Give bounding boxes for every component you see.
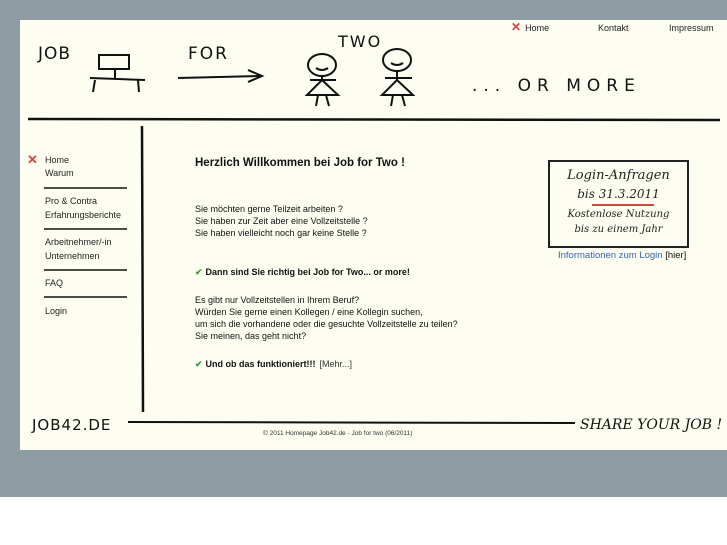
footer-slogan: SHARE YOUR JOB ! (580, 417, 723, 433)
footer-copyright: © 2011 Homepage Job42.de - Job for two (… (263, 430, 413, 437)
callout-funktioniert-text: Und ob das funktioniert!!! (205, 359, 316, 369)
footer-logo: JOB42.DE (32, 416, 112, 434)
login-notice-line4: bis zu einem Jahr (574, 224, 663, 235)
sidebar-item-home[interactable]: Home (45, 155, 69, 165)
sidebar-divider (140, 125, 145, 413)
intro-line-1: Sie möchten gerne Teilzeit arbeiten ? (195, 204, 343, 214)
top-nav: ✕ Home Kontakt Impressum (20, 20, 727, 38)
callout-funktioniert: ✔ Und ob das funktioniert!!! [Mehr...] (195, 358, 352, 370)
sidebar-item-arbeitnehmer[interactable]: Arbeitnehmer/-in (45, 237, 112, 247)
arrow-sketch (177, 69, 265, 83)
body-line-2: Würden Sie gerne einen Kollegen / eine K… (195, 307, 423, 317)
sketch-word-or-more: ... OR MORE (472, 76, 641, 96)
active-marker-icon: ✕ (27, 152, 38, 167)
login-notice-line3: Kostenlose Nutzung (567, 209, 670, 220)
desk-sketch (89, 54, 146, 93)
red-underline (592, 204, 654, 206)
intro-line-2: Sie haben zur Zeit aber eine Vollzeitste… (195, 216, 368, 226)
active-marker-icon: ✕ (511, 20, 522, 34)
person-sketch-2 (379, 48, 416, 107)
callout-richtig-text: Dann sind Sie richtig bei Job for Two...… (205, 267, 410, 277)
top-nav-impressum[interactable]: Impressum (669, 23, 714, 33)
intro-line-3: Sie haben vielleicht noch gar keine Stel… (195, 228, 367, 238)
login-info-link[interactable]: Informationen zum Login (558, 250, 663, 261)
body-line-3: um sich die vorhandene oder die gesuchte… (195, 319, 458, 329)
top-nav-home[interactable]: ✕ Home (511, 20, 550, 34)
person-sketch-1 (304, 53, 341, 107)
page-title: Herzlich Willkommen bei Job for Two ! (195, 157, 405, 169)
body-line-1: Es gibt nur Vollzeitstellen in Ihrem Ber… (195, 295, 360, 305)
body-line-4: Sie meinen, das geht nicht? (195, 331, 307, 341)
login-notice-line1: Login-Anfragen (567, 168, 670, 183)
login-info-hier-link[interactable]: [hier] (665, 250, 686, 261)
footer-divider (127, 421, 576, 424)
sketch-word-for: FOR (188, 44, 229, 64)
top-nav-home-label: Home (525, 23, 550, 33)
sketch-word-job: JOB (38, 44, 72, 64)
checkmark-icon: ✔ (195, 267, 203, 277)
sidebar-item-unternehmen[interactable]: Unternehmen (45, 251, 100, 261)
mehr-link[interactable]: [Mehr...] (320, 359, 353, 369)
sidebar-item-erfahrungsberichte[interactable]: Erfahrungsberichte (45, 210, 121, 220)
checkmark-icon: ✔ (195, 359, 203, 369)
page-container: JOB FOR TWO ... OR MORE ✕ Home Kontakt Im… (20, 20, 727, 450)
callout-richtig: ✔ Dann sind Sie richtig bei Job for Two..… (195, 266, 410, 278)
header-divider (27, 117, 721, 122)
top-nav-kontakt[interactable]: Kontakt (598, 23, 629, 33)
sidebar-item-pro-contra[interactable]: Pro & Contra (45, 196, 97, 206)
sidebar-item-faq[interactable]: FAQ (45, 278, 63, 288)
sidebar-item-warum[interactable]: Warum (45, 168, 74, 178)
sidebar-item-login[interactable]: Login (45, 306, 67, 316)
login-notice-image[interactable]: Login-Anfragen bis 31.3.2011 Kostenlose … (548, 160, 689, 248)
login-info: Informationen zum Login [hier] (558, 250, 686, 261)
login-notice-line2: bis 31.3.2011 (577, 187, 660, 201)
